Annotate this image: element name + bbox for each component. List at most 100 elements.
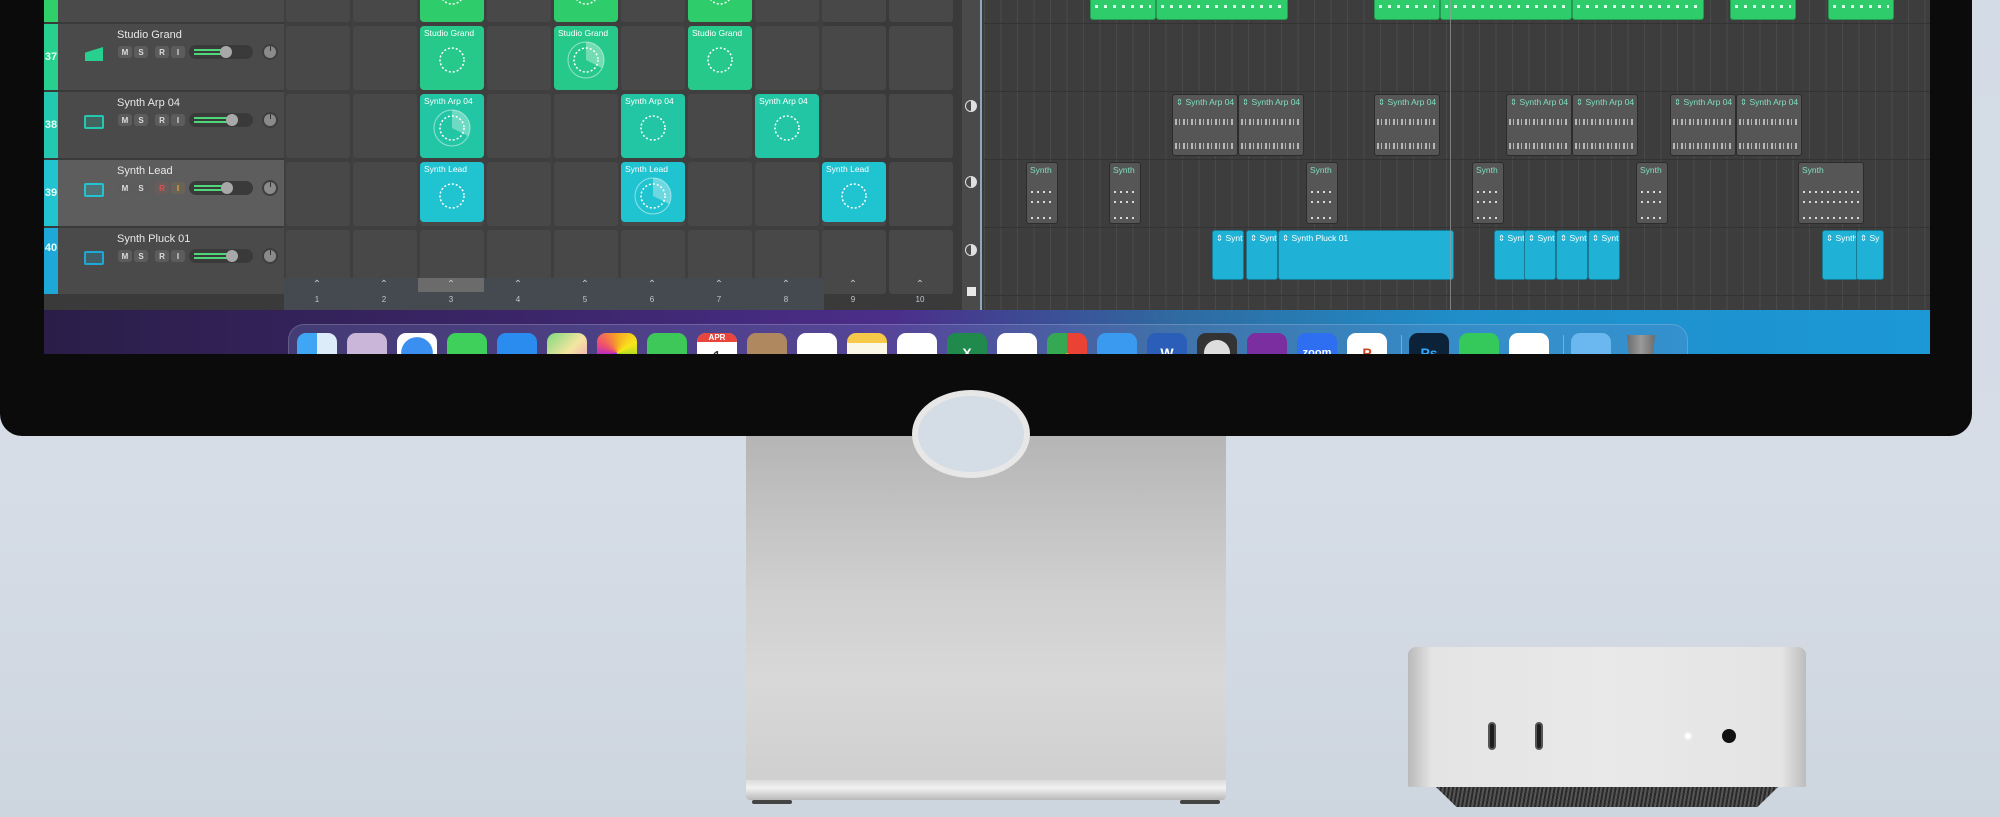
loop-cell[interactable]: Synth Arp 04: [621, 94, 685, 158]
mute-button[interactable]: M: [118, 182, 132, 194]
empty-loop-cell[interactable]: [621, 0, 685, 22]
scene-trigger[interactable]: ⌃ 4: [485, 278, 551, 310]
volume-slider[interactable]: [189, 45, 253, 59]
notes-icon[interactable]: [847, 333, 887, 354]
region[interactable]: ⇕ Sy: [1856, 230, 1884, 280]
region[interactable]: ⇕ Synt: [1588, 230, 1620, 280]
photos-icon[interactable]: [597, 333, 637, 354]
empty-loop-cell[interactable]: [487, 94, 551, 158]
scene-trigger[interactable]: ⌃ 8: [753, 278, 819, 310]
empty-loop-cell[interactable]: [755, 162, 819, 226]
empty-loop-cell[interactable]: [554, 94, 618, 158]
empty-loop-cell[interactable]: [822, 26, 886, 90]
input-monitor-button[interactable]: I: [171, 182, 185, 194]
empty-loop-cell[interactable]: [822, 94, 886, 158]
track-header[interactable]: 38 Synth Arp 04 M S R I: [44, 92, 284, 160]
region[interactable]: [1440, 0, 1572, 20]
volume-slider-handle[interactable]: [220, 46, 232, 58]
stop-all-icon[interactable]: [967, 287, 976, 296]
affinity-photo-icon[interactable]: [1247, 333, 1287, 354]
region[interactable]: Synth: [1306, 162, 1338, 224]
track-lane[interactable]: Synth Synth Synth Synth Synth Synth: [984, 160, 1930, 228]
region[interactable]: ⇕ Synth Arp 04: [1670, 94, 1736, 156]
region[interactable]: [1090, 0, 1156, 20]
record-enable-button[interactable]: R: [155, 182, 169, 194]
scene-trigger[interactable]: ⌃ 6: [619, 278, 685, 310]
region[interactable]: ⇕ Synt: [1556, 230, 1588, 280]
record-enable-button[interactable]: R: [155, 114, 169, 126]
empty-loop-cell[interactable]: [487, 162, 551, 226]
scene-trigger[interactable]: ⌃ 7: [686, 278, 752, 310]
volume-slider-handle[interactable]: [221, 182, 233, 194]
word-icon[interactable]: W: [1147, 333, 1187, 354]
chevron-up-icon[interactable]: ⌃: [619, 278, 685, 292]
empty-loop-cell[interactable]: [688, 94, 752, 158]
region[interactable]: [1572, 0, 1704, 20]
chevron-up-icon[interactable]: ⌃: [820, 278, 886, 292]
queue-status-icon[interactable]: [965, 244, 977, 256]
pan-knob[interactable]: [262, 112, 278, 128]
region[interactable]: ⇕ Synth Arp 04: [1172, 94, 1238, 156]
loop-cell[interactable]: Synth Lead: [621, 162, 685, 222]
volume-slider[interactable]: [189, 249, 253, 263]
logic-pro-icon[interactable]: [1197, 333, 1237, 354]
maps-icon[interactable]: [547, 333, 587, 354]
pan-knob[interactable]: [262, 248, 278, 264]
mute-button[interactable]: M: [118, 46, 132, 58]
launchpad-icon[interactable]: [347, 333, 387, 354]
region[interactable]: ⇕ Synt: [1212, 230, 1244, 280]
loop-cell[interactable]: Synth Lead: [420, 162, 484, 222]
reminders-icon[interactable]: [797, 333, 837, 354]
region[interactable]: [1374, 0, 1440, 20]
volume-slider-handle[interactable]: [226, 114, 238, 126]
powerpoint-icon[interactable]: P: [1347, 333, 1387, 354]
empty-loop-cell[interactable]: [286, 162, 350, 226]
region[interactable]: ⇕ Synth Arp 04: [1572, 94, 1638, 156]
scene-trigger[interactable]: ⌃ 9: [820, 278, 886, 310]
messages-icon[interactable]: [447, 333, 487, 354]
empty-loop-cell[interactable]: [755, 0, 819, 22]
contacts-icon[interactable]: [747, 333, 787, 354]
empty-loop-cell[interactable]: [688, 162, 752, 226]
excel-icon[interactable]: X: [947, 333, 987, 354]
track-header[interactable]: 40 Synth Pluck 01 M S R I: [44, 228, 284, 296]
region[interactable]: [1156, 0, 1288, 20]
loop-cell[interactable]: Studio Grand: [420, 26, 484, 90]
solo-button[interactable]: S: [134, 250, 148, 262]
chevron-up-icon[interactable]: ⌃: [887, 278, 953, 292]
region[interactable]: ⇕ Synt: [1494, 230, 1526, 280]
volume-slider[interactable]: [189, 181, 253, 195]
record-enable-button[interactable]: R: [155, 250, 169, 262]
loop-cell[interactable]: [688, 0, 752, 22]
region[interactable]: Synth: [1798, 162, 1864, 224]
loop-cell[interactable]: Studio Grand: [554, 26, 618, 90]
empty-loop-cell[interactable]: [755, 26, 819, 90]
volume-slider[interactable]: [189, 113, 253, 127]
chevron-up-icon[interactable]: ⌃: [351, 278, 417, 292]
region[interactable]: [1730, 0, 1796, 20]
chevron-up-icon[interactable]: ⌃: [485, 278, 551, 292]
region[interactable]: Synth: [1109, 162, 1141, 224]
solo-button[interactable]: S: [134, 114, 148, 126]
chevron-up-icon[interactable]: ⌃: [284, 278, 350, 292]
loop-cell[interactable]: Synth Arp 04: [420, 94, 484, 158]
mail-icon[interactable]: [497, 333, 537, 354]
xcode-icon[interactable]: [1097, 333, 1137, 354]
region[interactable]: [1828, 0, 1894, 20]
track-header[interactable]: 37 Studio Grand M S R I: [44, 24, 284, 92]
empty-loop-cell[interactable]: [286, 26, 350, 90]
scene-trigger[interactable]: ⌃ 3: [418, 278, 484, 310]
facetime-icon[interactable]: [647, 333, 687, 354]
playhead[interactable]: [1450, 0, 1451, 310]
pan-knob[interactable]: [262, 180, 278, 196]
region[interactable]: ⇕ Synt: [1524, 230, 1556, 280]
empty-loop-cell[interactable]: [286, 94, 350, 158]
track-name[interactable]: Synth Lead: [117, 165, 173, 177]
region[interactable]: Synth: [1636, 162, 1668, 224]
loop-cell[interactable]: Studio Grand: [688, 26, 752, 90]
track-header[interactable]: 36DancefloorMSRI: [44, 0, 284, 24]
track-lane[interactable]: ⇕ Synth Arp 04 ⇕ Synth Arp 04 ⇕ Synth Arp …: [984, 92, 1930, 160]
whatsapp-icon[interactable]: [1459, 333, 1499, 354]
trash-icon[interactable]: [1621, 333, 1661, 354]
empty-loop-cell[interactable]: [889, 0, 953, 22]
